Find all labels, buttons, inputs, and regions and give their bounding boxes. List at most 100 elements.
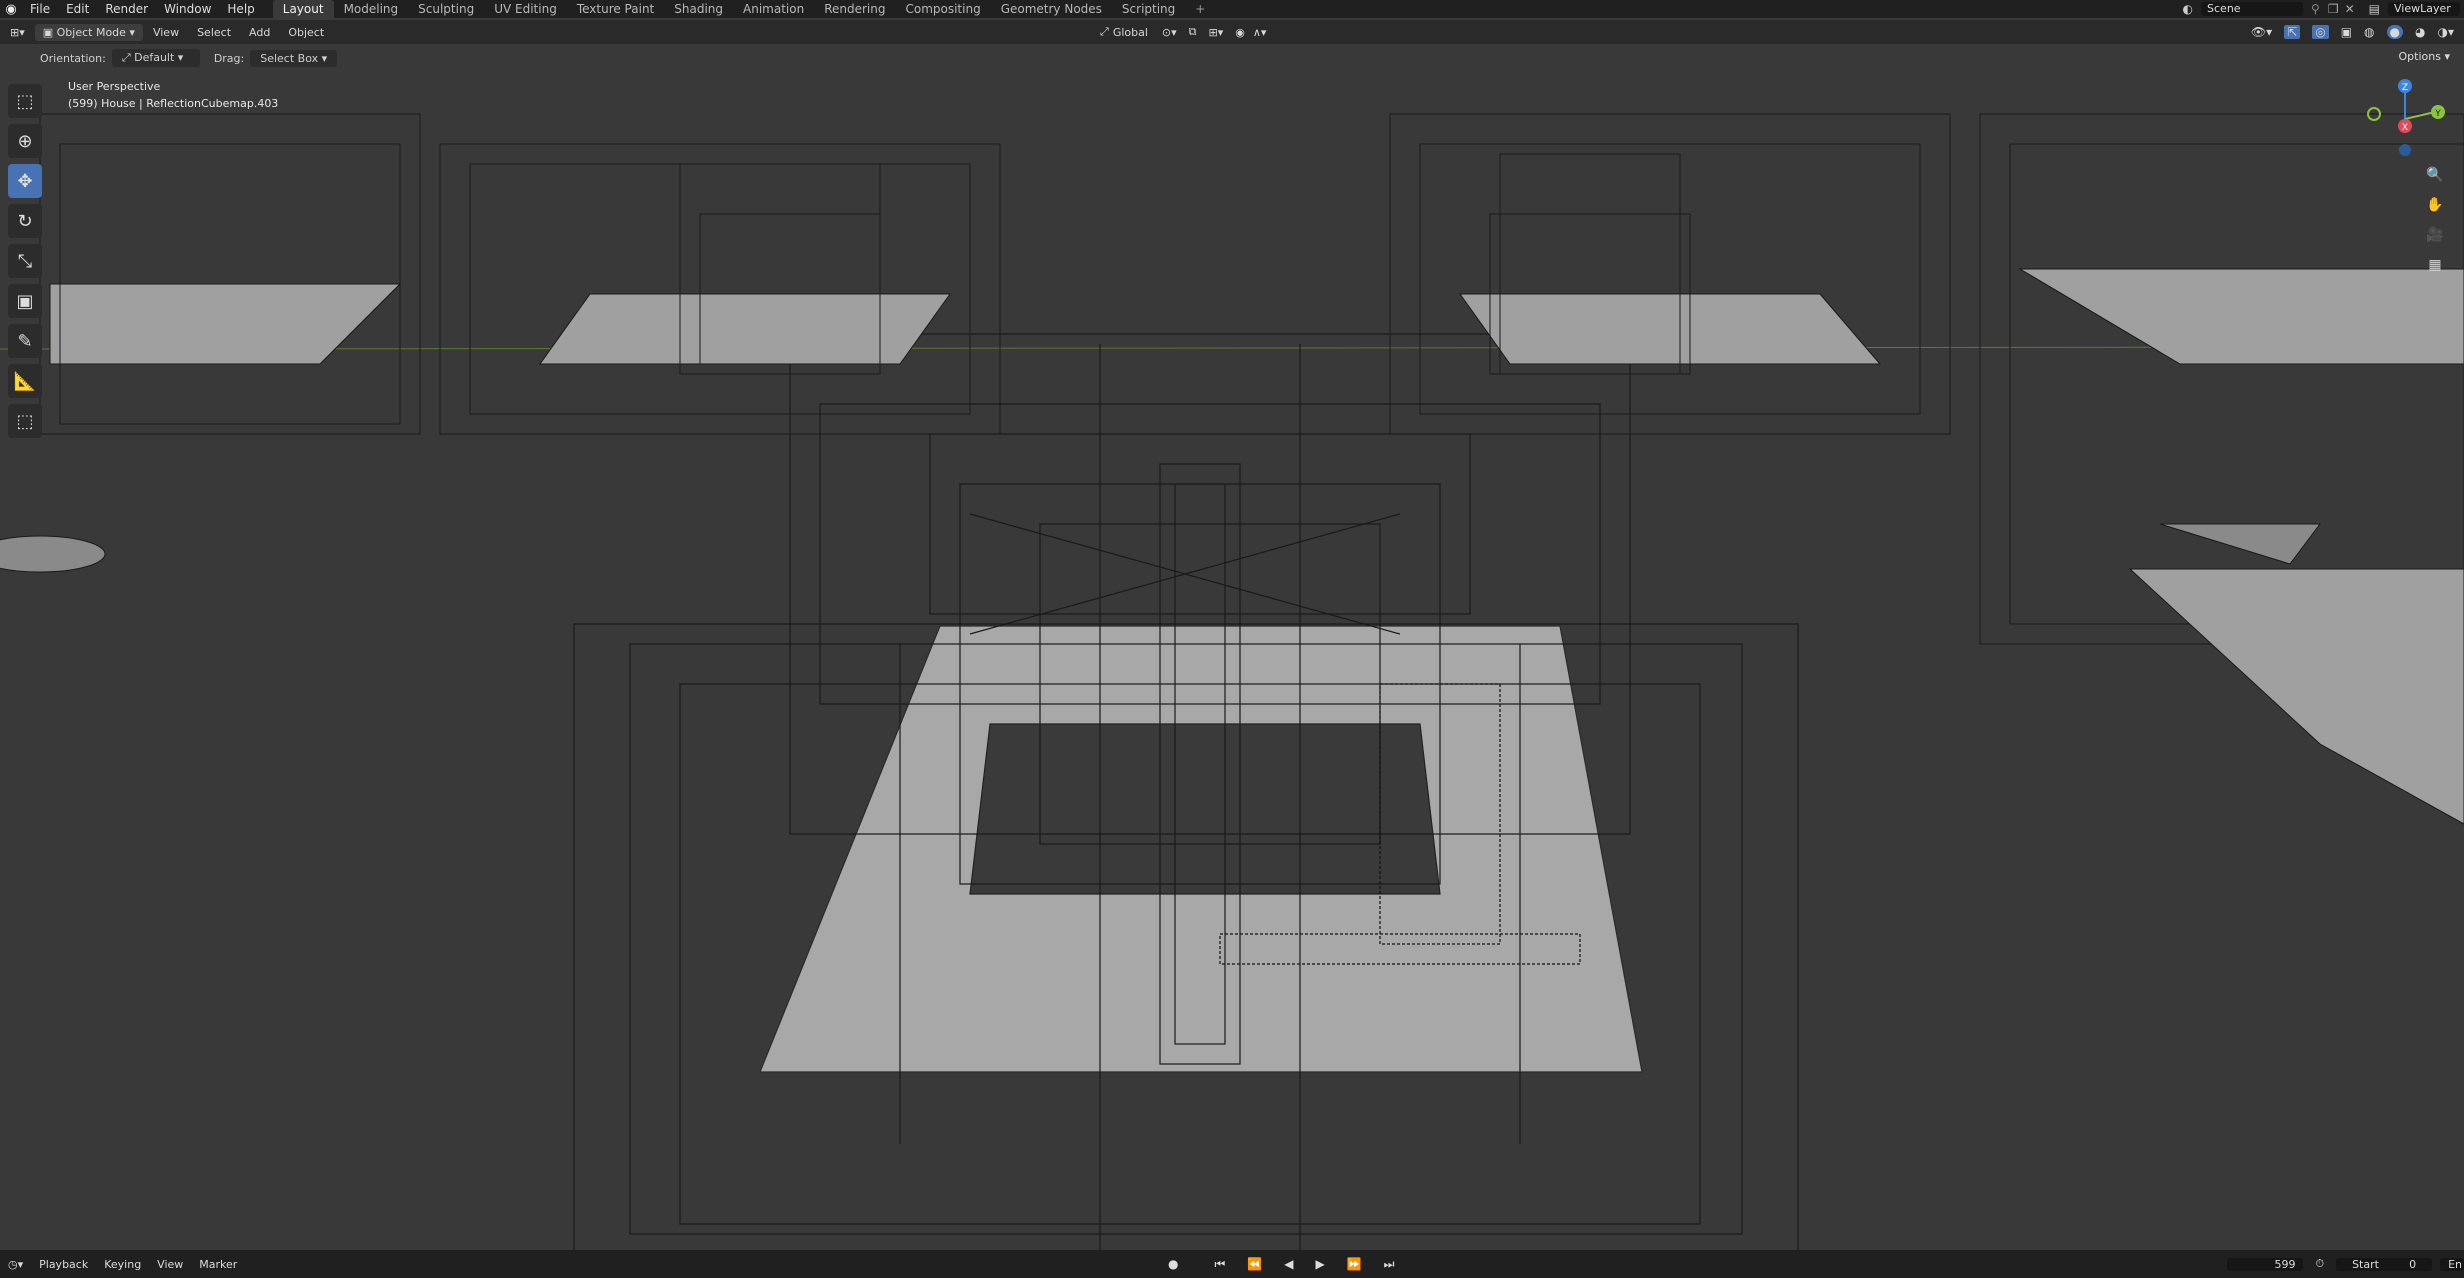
scale-tool-icon[interactable]: ⤡ — [8, 244, 42, 278]
menu-help[interactable]: Help — [219, 2, 262, 16]
transform-tool-icon[interactable]: ▣ — [8, 284, 42, 318]
next-keyframe-icon[interactable]: ⏩ — [1339, 1257, 1370, 1271]
orientation-dropdown[interactable]: ⤢ Default ▾ — [111, 49, 200, 67]
z-axis-label: Z — [2402, 83, 2408, 93]
solid-shading-icon[interactable]: ● — [2386, 25, 2404, 39]
menu-view[interactable]: View — [145, 24, 187, 41]
pivot-point-icon[interactable]: ⊙▾ — [1162, 26, 1177, 39]
pan-hand-icon[interactable]: ✋ — [2424, 194, 2446, 216]
drag-dropdown[interactable]: Select Box ▾ — [250, 49, 338, 67]
snap-target-icon[interactable]: ⊞▾ — [1209, 26, 1224, 39]
navigation-gizmo[interactable]: Z Y X — [2360, 74, 2450, 164]
material-shading-icon[interactable]: ◕ — [2415, 25, 2425, 39]
tab-texture-paint[interactable]: Texture Paint — [567, 0, 664, 18]
rendered-shading-icon[interactable]: ◑▾ — [2438, 25, 2455, 39]
house-far-left — [0, 113, 421, 573]
zoom-icon[interactable]: 🔍 — [2424, 164, 2446, 186]
perspective-toggle-icon[interactable]: ▦ — [2424, 254, 2446, 276]
timeline-editor-icon[interactable]: ◷▾ — [0, 1258, 31, 1271]
jump-start-icon[interactable]: ⏮ — [1206, 1257, 1233, 1272]
tab-uv-editing[interactable]: UV Editing — [484, 0, 567, 18]
orientation-value: Default — [134, 51, 175, 64]
transform-orientation-dropdown[interactable]: Global — [1113, 26, 1148, 39]
options-dropdown[interactable]: Options ▾ — [2399, 50, 2450, 63]
object-mode-dropdown[interactable]: ▣ Object Mode ▾ — [34, 23, 143, 41]
play-icon[interactable]: ▶ — [1307, 1257, 1332, 1271]
select-box-tool-icon[interactable]: ⬚ — [8, 84, 42, 118]
gizmo-toggle-icon[interactable]: ⇱ — [2284, 25, 2301, 39]
top-bar: ◉ File Edit Render Window Help Layout Mo… — [0, 0, 2464, 18]
move-tool-icon[interactable]: ✥ — [8, 164, 42, 198]
orientation-label: Orientation: — [40, 51, 106, 65]
menu-object[interactable]: Object — [280, 24, 332, 41]
drag-label: Drag: — [213, 51, 245, 65]
tab-compositing[interactable]: Compositing — [895, 0, 990, 18]
pin-icon[interactable]: ⚲ — [2311, 2, 2320, 16]
tab-modeling[interactable]: Modeling — [334, 0, 409, 18]
scene-icon: ◐ — [2182, 2, 2194, 16]
main-menu: File Edit Render Window Help — [22, 0, 263, 18]
house-far-right — [1979, 113, 2464, 825]
measure-tool-icon[interactable]: 📐 — [8, 364, 42, 398]
xray-icon[interactable]: ▣ — [2341, 25, 2352, 39]
menu-playback[interactable]: Playback — [31, 1258, 96, 1271]
cursor-tool-icon[interactable]: ⊕ — [8, 124, 42, 158]
tab-animation[interactable]: Animation — [733, 0, 814, 18]
transform-orientation-icon: ⤢ — [1100, 25, 1109, 38]
tab-rendering[interactable]: Rendering — [814, 0, 895, 18]
left-toolbar: ⬚ ⊕ ✥ ↻ ⤡ ▣ ✎ 📐 ⬚ — [8, 84, 46, 444]
delete-scene-icon[interactable]: ✕ — [2345, 2, 2355, 16]
x-axis-label: X — [2402, 123, 2408, 133]
menu-edit[interactable]: Edit — [58, 2, 97, 16]
view-perspective-label: User Perspective — [68, 80, 161, 93]
wireframe-shading-icon[interactable]: ◍ — [2364, 25, 2374, 39]
object-mode-label: Object Mode — [56, 25, 126, 39]
jump-end-icon[interactable]: ⏭ — [1376, 1257, 1403, 1272]
menu-select[interactable]: Select — [189, 24, 239, 41]
navigation-buttons: 🔍 ✋ 🎥 ▦ — [2424, 164, 2450, 284]
tab-sculpting[interactable]: Sculpting — [408, 0, 484, 18]
neg-z-axis-handle — [2399, 144, 2411, 156]
editor-type-icon[interactable]: ⊞▾ — [2, 24, 33, 41]
rotate-tool-icon[interactable]: ↻ — [8, 204, 42, 238]
3d-viewport[interactable]: User Perspective (599) House | Reflectio… — [0, 44, 2464, 1250]
record-icon[interactable]: ● — [1160, 1257, 1186, 1271]
tab-shading[interactable]: Shading — [664, 0, 733, 18]
tab-layout[interactable]: Layout — [272, 0, 334, 18]
house-top-right — [1389, 113, 1951, 435]
play-reverse-icon[interactable]: ◀ — [1276, 1257, 1301, 1271]
menu-window[interactable]: Window — [156, 2, 219, 16]
visibility-icon[interactable]: 👁▾ — [2251, 25, 2272, 39]
prev-keyframe-icon[interactable]: ⏪ — [1239, 1257, 1270, 1271]
menu-file[interactable]: File — [22, 2, 58, 16]
snap-icon[interactable]: ⧉ — [1189, 25, 1197, 39]
playback-controls: ● ⏮ ⏪ ◀ ▶ ⏩ ⏭ — [1160, 1250, 1402, 1278]
stopwatch-icon[interactable]: ⏱ — [2307, 1257, 2332, 1271]
drag-value: Select Box — [260, 51, 319, 65]
menu-marker[interactable]: Marker — [191, 1258, 245, 1271]
start-value: 0 — [2409, 1257, 2417, 1271]
menu-render[interactable]: Render — [97, 2, 156, 16]
tab-scripting[interactable]: Scripting — [1112, 0, 1185, 18]
end-frame-field[interactable]: En — [2440, 1257, 2464, 1271]
menu-keying[interactable]: Keying — [96, 1258, 149, 1271]
menu-timeline-view[interactable]: View — [149, 1258, 191, 1271]
neg-y-axis-handle — [2367, 107, 2381, 121]
start-frame-field[interactable]: Start 0 — [2336, 1257, 2433, 1271]
scene-field[interactable]: Scene — [2201, 2, 2304, 16]
proportional-edit-icon[interactable]: ◉ — [1235, 26, 1245, 39]
frame-range: 599 ⏱ Start 0 En — [2223, 1250, 2464, 1278]
active-object-label: (599) House | ReflectionCubemap.403 — [68, 97, 279, 110]
annotate-tool-icon[interactable]: ✎ — [8, 324, 42, 358]
new-scene-icon[interactable]: ❐ — [2328, 2, 2339, 16]
current-frame-field[interactable]: 599 — [2227, 1257, 2304, 1271]
falloff-icon[interactable]: ∧▾ — [1253, 26, 1267, 39]
tab-geometry-nodes[interactable]: Geometry Nodes — [991, 0, 1112, 18]
blender-logo-icon[interactable]: ◉ — [0, 0, 22, 18]
add-cube-tool-icon[interactable]: ⬚ — [8, 404, 42, 438]
camera-view-icon[interactable]: 🎥 — [2424, 224, 2446, 246]
view-layer-field[interactable]: ViewLayer — [2388, 2, 2460, 16]
menu-add[interactable]: Add — [241, 24, 278, 41]
overlay-toggle-icon[interactable]: ◎ — [2312, 25, 2329, 39]
add-workspace-icon[interactable]: + — [1185, 0, 1215, 18]
